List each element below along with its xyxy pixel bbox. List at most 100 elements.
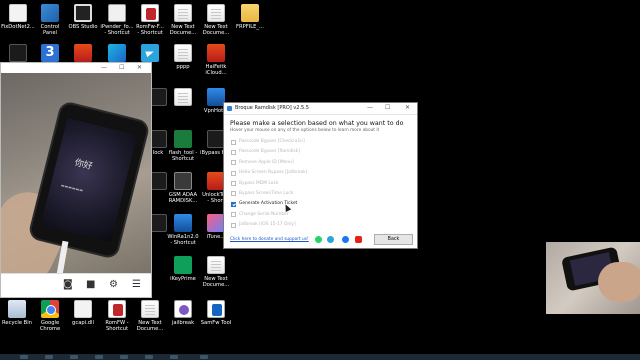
- recycle-bin-icon: [8, 300, 26, 318]
- app-icon: [9, 44, 27, 62]
- ipwnder-icon: [108, 4, 126, 22]
- option-bypass-mdm[interactable]: Bypass MDM Lock: [231, 181, 307, 191]
- desktop-icon-hidden-5[interactable]: [133, 44, 167, 64]
- desktop-icon-label: iKeyPrime: [170, 276, 196, 282]
- maximize-icon[interactable]: ☐: [119, 64, 124, 71]
- checkbox[interactable]: [231, 212, 236, 218]
- desktop-icon-new-text-2[interactable]: New Text Docume...: [199, 4, 233, 37]
- desktop-icon-gsm-adaa[interactable]: GSM ADAA RAMDISK...: [166, 172, 200, 205]
- desktop-icon-label: RomFw-F... - Shortcut: [136, 24, 164, 37]
- desktop-icon-label: New Text Docume...: [169, 24, 197, 37]
- desktop-icon-hidden-2[interactable]: 3: [33, 44, 67, 64]
- checkbox[interactable]: [231, 222, 236, 228]
- desktop-icon-new-text-4[interactable]: New Text Docume...: [199, 256, 233, 289]
- desktop-icon-romfw[interactable]: RomFW - Shortcut: [100, 300, 134, 333]
- facebook-icon[interactable]: [342, 236, 349, 243]
- desktop-icon-ipwnder[interactable]: iPwnder_fo... - Shortcut: [100, 4, 134, 37]
- desktop-icon-new-text-1[interactable]: New Text Docume...: [166, 4, 200, 37]
- taskbar-item[interactable]: [70, 355, 78, 359]
- desktop-icon-frpfile[interactable]: FRPFILE_...: [233, 4, 267, 30]
- desktop-icon-control-panel[interactable]: Control Panel: [33, 4, 67, 37]
- app-icon: [74, 44, 92, 62]
- video-icon[interactable]: ■: [86, 279, 95, 290]
- minimize-icon[interactable]: —: [101, 64, 107, 71]
- option-change-serial[interactable]: Change Serial Number: [231, 212, 307, 222]
- desktop-icon-new-text-5[interactable]: New Text Docume...: [133, 300, 167, 333]
- telegram-icon[interactable]: [327, 236, 334, 243]
- option-hello-screen-bypass[interactable]: Hello Screen Bypass [Jailbreak]: [231, 170, 307, 180]
- option-bypass-screentime[interactable]: Bypass ScreenTime Lock: [231, 191, 307, 201]
- desktop-icon-label: New Text Docume...: [202, 276, 230, 289]
- desktop-icon-new-text-3[interactable]: [166, 88, 200, 108]
- checkbox[interactable]: [231, 139, 236, 145]
- winra1n-icon: [174, 214, 192, 232]
- checkbox[interactable]: [231, 181, 236, 187]
- taskbar-item[interactable]: [120, 355, 128, 359]
- camera-feed: 你好 ▬▬▬▬▬▬: [1, 73, 151, 273]
- gsm-adaa-icon: [174, 172, 192, 190]
- desktop-icon-label: jailbreak: [171, 320, 195, 326]
- checkbox[interactable]: [231, 149, 236, 155]
- desktop-icon-romfw-f[interactable]: RomFw-F... - Shortcut: [133, 4, 167, 37]
- desktop-icon-label: New Text Docume...: [136, 320, 164, 333]
- desktop-icon-hidden-3[interactable]: [66, 44, 100, 64]
- window-titlebar[interactable]: Broque Ramdisk [PRO] v2.5.5 — ☐ ✕: [224, 103, 417, 115]
- desktop-icon-google-chrome[interactable]: Google Chrome: [33, 300, 67, 333]
- text-document-icon: [174, 44, 192, 62]
- menu-icon[interactable]: ☰: [132, 279, 141, 290]
- desktop-icon-pppp[interactable]: pppp: [166, 44, 200, 70]
- whatsapp-icon[interactable]: [315, 236, 322, 243]
- maximize-icon[interactable]: ☐: [385, 104, 390, 111]
- taskbar-item[interactable]: [145, 355, 153, 359]
- taskbar-item[interactable]: [95, 355, 103, 359]
- desktop-icon-ikeyprime[interactable]: iKeyPrime: [166, 256, 200, 282]
- desktop-icon-recycle-bin[interactable]: Recycle Bin: [0, 300, 34, 326]
- checkbox[interactable]: [231, 191, 236, 197]
- taskbar-item[interactable]: [45, 355, 53, 359]
- flash-tool-icon: [174, 130, 192, 148]
- desktop-icon-label: FixDotNet2...: [1, 24, 35, 30]
- close-icon[interactable]: ✕: [405, 104, 410, 111]
- camera-preview-overlay: [546, 242, 640, 314]
- haifeitk-icon: [207, 44, 225, 62]
- desktop-icon-label: RomFW - Shortcut: [105, 320, 129, 333]
- app-logo-icon: [227, 106, 232, 111]
- taskbar-item[interactable]: [200, 355, 208, 359]
- donate-link[interactable]: Click here to donate and support us!: [230, 237, 309, 242]
- option-passcode-checkra1n[interactable]: Passcode Bypass [Checkra1n]: [231, 139, 307, 149]
- desktop-icon-samfw[interactable]: SamFw Tool: [199, 300, 233, 326]
- option-generate-activation-ticket[interactable]: Generate Activation Ticket: [231, 201, 307, 211]
- desktop-icon-obs-studio[interactable]: OBS Studio: [66, 4, 100, 30]
- youtube-icon[interactable]: [355, 236, 362, 243]
- back-button[interactable]: Back: [374, 234, 413, 245]
- text-document-icon: [207, 4, 225, 22]
- desktop-icon-label: flash_tool - Shortcut: [168, 150, 198, 163]
- broque-ramdisk-window[interactable]: Broque Ramdisk [PRO] v2.5.5 — ☐ ✕ Please…: [223, 102, 418, 249]
- checkbox-checked[interactable]: [231, 201, 236, 207]
- checkbox[interactable]: [231, 170, 236, 176]
- camera-toolbar: ◙ ■ ⚙ ☰: [1, 273, 151, 297]
- desktop-icon-flash-tool[interactable]: flash_tool - Shortcut: [166, 130, 200, 163]
- settings-icon[interactable]: ⚙: [109, 279, 118, 290]
- desktop-icon-fixdotnet[interactable]: FixDotNet2...: [1, 4, 35, 30]
- taskbar-item[interactable]: [20, 355, 28, 359]
- close-icon[interactable]: ✕: [137, 64, 142, 71]
- option-remove-apple-id[interactable]: Remove Apple ID [Menu]: [231, 160, 307, 170]
- camera-icon[interactable]: ◙: [63, 279, 73, 290]
- option-jailbreak[interactable]: Jailbreak [iOS 15-17 Only]: [231, 222, 307, 232]
- desktop-icon-label: pppp: [176, 64, 190, 70]
- option-passcode-ramdisk[interactable]: Passcode Bypass [Ramdisk]: [231, 149, 307, 159]
- desktop-icon-haifeitk[interactable]: HaiFeitk iCloud...: [199, 44, 233, 77]
- page-heading: Please make a selection based on what yo…: [230, 120, 404, 127]
- camera-window[interactable]: — ☐ ✕ 你好 ▬▬▬▬▬▬ ◙ ■ ⚙ ☰: [0, 62, 152, 298]
- camera-titlebar[interactable]: — ☐ ✕: [1, 63, 151, 73]
- page-subheading: Hover your mouse on any of the options b…: [230, 128, 380, 133]
- desktop-icon-jailbreak[interactable]: jailbreak: [166, 300, 200, 326]
- taskbar-item[interactable]: [170, 355, 178, 359]
- minimize-icon[interactable]: —: [367, 104, 373, 111]
- desktop-icon-hidden-4[interactable]: [100, 44, 134, 64]
- desktop-icon-gcapi[interactable]: gcapi.dll: [66, 300, 100, 326]
- desktop-icon-hidden-1[interactable]: [1, 44, 35, 64]
- checkbox[interactable]: [231, 160, 236, 166]
- desktop-icon-winra1n[interactable]: WinRa1n2.0 - Shortcut: [166, 214, 200, 247]
